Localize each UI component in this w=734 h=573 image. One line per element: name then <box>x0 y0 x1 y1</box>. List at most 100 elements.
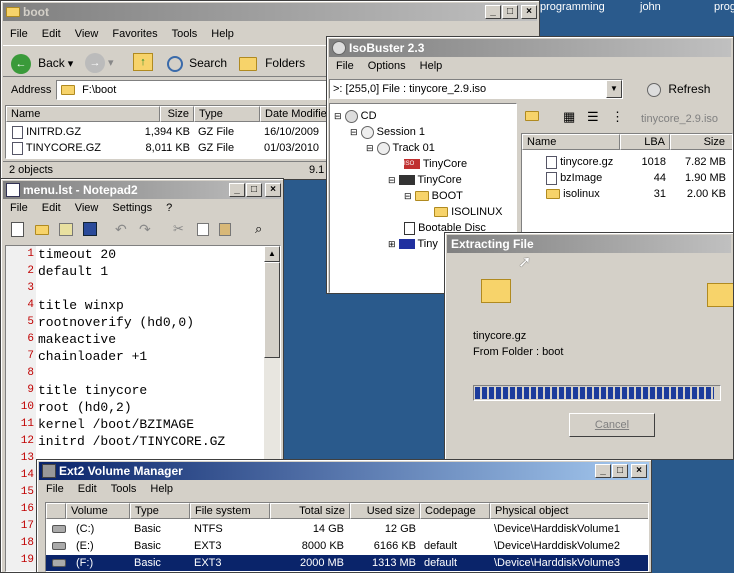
close-button[interactable]: × <box>521 5 537 19</box>
minimize-button[interactable]: _ <box>485 5 501 19</box>
redo-icon[interactable]: ↷ <box>139 221 151 238</box>
col-codepage[interactable]: Codepage <box>420 503 490 519</box>
maximize-button[interactable]: □ <box>502 5 518 19</box>
volume-fs: NTFS <box>194 523 223 535</box>
menu-view[interactable]: View <box>68 25 106 43</box>
line-number: 17 <box>20 520 34 532</box>
menu-view[interactable]: View <box>68 199 106 217</box>
menu-tools[interactable]: Tools <box>165 25 205 43</box>
address-field[interactable]: F:\boot <box>56 80 336 100</box>
menu-edit[interactable]: Edit <box>35 199 68 217</box>
menu-edit[interactable]: Edit <box>71 480 104 498</box>
col-filesystem[interactable]: File system <box>190 503 270 519</box>
file-row[interactable]: bzImage 44 1.90 MB <box>522 170 732 186</box>
tree-item-iso[interactable]: ISO TinyCore <box>404 156 467 172</box>
menu-settings[interactable]: Settings <box>105 199 159 217</box>
volume-row[interactable]: (E:) Basic EXT3 8000 KB 6166 KB default \Devic… <box>46 538 648 554</box>
refresh-disc-icon <box>647 82 661 97</box>
menu-file[interactable]: File <box>3 199 35 217</box>
browse-icon[interactable] <box>59 223 73 236</box>
dropdown-arrow-icon[interactable]: ▼ <box>606 80 622 98</box>
folders-button[interactable]: Folders <box>239 52 305 74</box>
back-button[interactable]: ← Back ▾ <box>11 52 73 75</box>
undo-icon[interactable]: ↶ <box>115 221 127 238</box>
menu-options[interactable]: Options <box>361 57 413 75</box>
search-label: Search <box>189 56 228 70</box>
copy-icon[interactable] <box>197 223 209 236</box>
search-button[interactable]: Search <box>167 52 227 74</box>
tree-item-tinycore[interactable]: ⊟ TinyCore <box>388 172 462 188</box>
menu-file[interactable]: File <box>3 25 35 43</box>
menu-edit[interactable]: Edit <box>35 25 68 43</box>
volume-row[interactable]: (C:) Basic NTFS 14 GB 12 GB \Device\HarddiskV… <box>46 521 648 537</box>
tree-item-isolinux[interactable]: ISOLINUX <box>434 204 502 220</box>
menu-help[interactable]: Help <box>143 480 180 498</box>
file-row[interactable]: tinycore.gz 1018 7.82 MB <box>522 154 732 170</box>
device-select[interactable]: >: [255,0] File : tinycore_2.9.iso ▼ <box>329 79 623 99</box>
up-folder-button[interactable]: ↑ <box>133 53 155 73</box>
isobuster-titlebar[interactable]: IsoBuster 2.3 <box>329 39 731 57</box>
view-grid-icon[interactable]: ▦ <box>563 109 575 125</box>
col-size[interactable]: Size <box>160 106 194 122</box>
cut-icon[interactable]: ✂ <box>173 221 184 237</box>
file-row[interactable]: INITRD.GZ 1,394 KB GZ File 16/10/2009 <box>6 124 340 140</box>
paste-icon[interactable] <box>219 223 231 236</box>
menu-file[interactable]: File <box>329 57 361 75</box>
volume-row[interactable]: (F:) Basic EXT3 2000 MB 1313 MB default \Devic… <box>46 555 648 571</box>
file-row[interactable]: isolinux 31 2.00 KB <box>522 186 732 202</box>
col-total-size[interactable]: Total size <box>270 503 350 519</box>
col-size[interactable]: Size <box>670 134 732 150</box>
maximize-button[interactable]: □ <box>246 183 262 197</box>
open-file-icon[interactable] <box>35 225 49 235</box>
close-button[interactable]: × <box>265 183 281 197</box>
source-folder-icon <box>481 279 511 303</box>
find-icon[interactable]: ⌕ <box>255 221 262 237</box>
minimize-button[interactable]: _ <box>595 464 611 478</box>
refresh-button[interactable]: Refresh <box>647 81 710 97</box>
tree-item-tiny[interactable]: ⊞ Tiny <box>388 236 438 252</box>
parent-folder-icon[interactable] <box>525 111 539 121</box>
line-number: 14 <box>20 469 34 481</box>
maximize-button[interactable]: □ <box>612 464 628 478</box>
tree-item-track[interactable]: ⊟ Track 01 <box>366 140 435 156</box>
line-number: 13 <box>20 452 34 464</box>
scroll-thumb[interactable] <box>264 262 280 358</box>
col-type[interactable]: Type <box>194 106 260 122</box>
notepad-toolbar: ↶ ↷ ✂ ⌕ <box>5 219 281 241</box>
minimize-button[interactable]: _ <box>229 183 245 197</box>
isobuster-title: IsoBuster 2.3 <box>349 41 425 55</box>
menu-tools[interactable]: Tools <box>104 480 144 498</box>
tree-item-cd[interactable]: ⊟ CD <box>334 108 377 124</box>
cancel-button[interactable]: Cancel <box>569 413 655 437</box>
menu-help[interactable]: Help <box>204 25 241 43</box>
menu-favorites[interactable]: Favorites <box>105 25 164 43</box>
folder-icon <box>434 207 448 218</box>
forward-button[interactable]: → ▾ <box>85 52 114 74</box>
save-icon[interactable] <box>83 222 97 236</box>
volume-used: 6166 KB <box>373 540 416 552</box>
view-tree-icon[interactable]: ⋮ <box>611 109 624 125</box>
file-row[interactable]: TINYCORE.GZ 8,011 KB GZ File 01/03/2010 <box>6 140 340 156</box>
col-physical-object[interactable]: Physical object <box>490 503 648 519</box>
col-used-size[interactable]: Used size <box>350 503 420 519</box>
back-label: Back <box>38 56 65 70</box>
ext2-titlebar[interactable]: Ext2 Volume Manager <box>39 462 649 480</box>
menu-file[interactable]: File <box>39 480 71 498</box>
scroll-up-button[interactable]: ▲ <box>264 246 280 262</box>
explorer-titlebar[interactable]: boot <box>3 3 537 21</box>
dest-folder-icon <box>707 283 733 307</box>
col-name[interactable]: Name <box>6 106 160 122</box>
col-type[interactable]: Type <box>130 503 190 519</box>
menu-help[interactable]: Help <box>413 57 450 75</box>
new-file-icon[interactable] <box>11 222 24 237</box>
line-number: 8 <box>27 367 34 379</box>
col-volume[interactable]: Volume <box>66 503 130 519</box>
menu-help[interactable]: ? <box>159 199 179 217</box>
extract-titlebar[interactable]: Extracting File <box>447 235 731 253</box>
close-button[interactable]: × <box>631 464 647 478</box>
view-list-icon[interactable]: ☰ <box>587 109 599 125</box>
tree-item-boot[interactable]: ⊟ BOOT <box>404 188 463 204</box>
tree-item-session[interactable]: ⊟ Session 1 <box>350 124 425 140</box>
col-lba[interactable]: LBA <box>620 134 670 150</box>
col-name[interactable]: Name <box>522 134 620 150</box>
